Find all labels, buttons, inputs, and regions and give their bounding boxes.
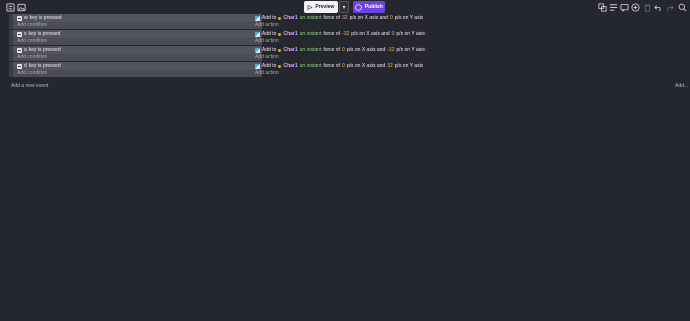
conditions-panel: w key is pressed Add condition	[13, 14, 262, 29]
play-icon: ▷	[307, 4, 313, 11]
action-prefix: Add to	[262, 31, 277, 37]
preview-button[interactable]: ▷ Preview	[304, 1, 338, 13]
force-type: an instant	[299, 15, 322, 21]
action-text: force of	[323, 63, 341, 69]
y-force-value: 32	[387, 63, 393, 69]
publish-button[interactable]: ◯ Publish	[353, 1, 385, 13]
conditions-panel: d key is pressed Add condition	[13, 62, 262, 77]
condition-key: a	[24, 47, 27, 53]
action-text: p/s on Y axis	[396, 31, 425, 37]
force-icon	[255, 63, 260, 69]
add-new-event-button[interactable]: Add a new event	[11, 83, 48, 89]
add-action-button[interactable]: Add action	[255, 54, 279, 60]
action[interactable]: Add to Char1 an instant force of 32 p/s …	[255, 15, 423, 21]
keyboard-icon	[17, 31, 22, 37]
action-prefix: Add to	[262, 47, 277, 53]
action-text: p/s on X axis and	[346, 47, 386, 53]
preview-label: Preview	[315, 4, 335, 10]
event-row[interactable]: a key is pressed Add condition Add to Ch…	[9, 46, 690, 61]
object-name: Char1	[283, 15, 298, 21]
event-row[interactable]: d key is pressed Add condition Add to Ch…	[9, 62, 690, 77]
x-force-value: 0	[342, 47, 345, 53]
add-event-icon[interactable]	[630, 2, 640, 12]
keyboard-icon	[17, 47, 22, 53]
keyboard-icon	[17, 15, 22, 21]
condition-key: s	[24, 31, 27, 37]
object-icon	[278, 32, 282, 36]
action-text: p/s on Y axis	[394, 15, 424, 21]
event-row[interactable]: w key is pressed Add condition Add to Ch…	[9, 14, 690, 29]
globe-icon: ◯	[355, 4, 362, 11]
conditions-panel: s key is pressed Add condition	[13, 30, 262, 45]
redo-icon[interactable]	[664, 2, 674, 12]
condition-key: d	[24, 63, 27, 69]
y-force-value: 0	[391, 31, 395, 37]
scene-icon[interactable]	[16, 2, 26, 12]
event-row[interactable]: s key is pressed Add condition Add to Ch…	[9, 30, 690, 45]
force-icon	[255, 31, 260, 37]
add-condition-button[interactable]: Add condition	[17, 54, 47, 60]
action[interactable]: Add to Char1 an instant force of -32 p/s…	[255, 31, 425, 37]
add-condition-button[interactable]: Add condition	[17, 22, 47, 28]
y-force-value: -32	[387, 47, 395, 53]
force-type: an instant	[299, 63, 322, 69]
condition[interactable]: d key is pressed	[17, 63, 61, 69]
action-text: force of	[323, 31, 341, 37]
object-name: Char1	[283, 47, 298, 53]
condition-text: key is pressed	[28, 47, 61, 53]
action-text: p/s on Y axis	[396, 47, 425, 53]
layers-icon[interactable]	[608, 2, 618, 12]
preview-options-button[interactable]: ▾	[339, 1, 349, 13]
x-force-value: 0	[342, 63, 345, 69]
conditions-panel: a key is pressed Add condition	[13, 46, 262, 61]
condition-text: key is pressed	[28, 63, 61, 69]
action-text: p/s on X axis and	[346, 63, 386, 69]
add-action-button[interactable]: Add action	[255, 38, 279, 44]
object-groups-icon[interactable]	[597, 2, 607, 12]
object-name: Char1	[283, 63, 298, 69]
object-icon	[278, 48, 282, 52]
condition-text: key is pressed	[28, 31, 61, 37]
force-type: an instant	[299, 31, 322, 37]
condition[interactable]: w key is pressed	[17, 15, 62, 21]
add-action-button[interactable]: Add action	[255, 70, 279, 76]
toolbar: ▷ Preview ▾ ◯ Publish	[0, 0, 690, 14]
publish-label: Publish	[364, 4, 383, 10]
add-more-button[interactable]: Add...	[675, 83, 688, 89]
object-name: Char1	[283, 31, 298, 37]
condition[interactable]: a key is pressed	[17, 47, 61, 53]
condition[interactable]: s key is pressed	[17, 31, 60, 37]
action-prefix: Add to	[262, 63, 277, 69]
action[interactable]: Add to Char1 an instant force of 0 p/s o…	[255, 47, 425, 53]
object-icon	[278, 64, 282, 68]
force-type: an instant	[299, 47, 322, 53]
add-action-button[interactable]: Add action	[255, 22, 279, 28]
chevron-down-icon: ▾	[342, 4, 346, 11]
condition-key: w	[24, 15, 28, 21]
action-text: force of	[323, 15, 341, 21]
action-text: p/s on X axis and	[349, 15, 388, 21]
comment-icon[interactable]	[619, 2, 629, 12]
y-force-value: 0	[389, 15, 393, 21]
delete-icon[interactable]	[642, 2, 652, 12]
condition-text: key is pressed	[29, 15, 62, 21]
add-condition-button[interactable]: Add condition	[17, 38, 47, 44]
object-icon	[278, 16, 282, 20]
keyboard-icon	[17, 63, 22, 69]
x-force-value: 32	[342, 15, 348, 21]
action-text: p/s on Y axis	[394, 63, 424, 69]
force-icon	[255, 15, 260, 21]
add-condition-button[interactable]: Add condition	[17, 70, 47, 76]
action-text: force of	[323, 47, 341, 53]
events-sheet-icon[interactable]	[5, 2, 15, 12]
force-icon	[255, 47, 260, 53]
undo-icon[interactable]	[653, 2, 663, 12]
action-prefix: Add to	[262, 15, 277, 21]
action-text: p/s on X axis and	[351, 31, 390, 37]
action[interactable]: Add to Char1 an instant force of 0 p/s o…	[255, 63, 423, 69]
x-force-value: -32	[342, 31, 350, 37]
search-icon[interactable]	[677, 2, 687, 12]
